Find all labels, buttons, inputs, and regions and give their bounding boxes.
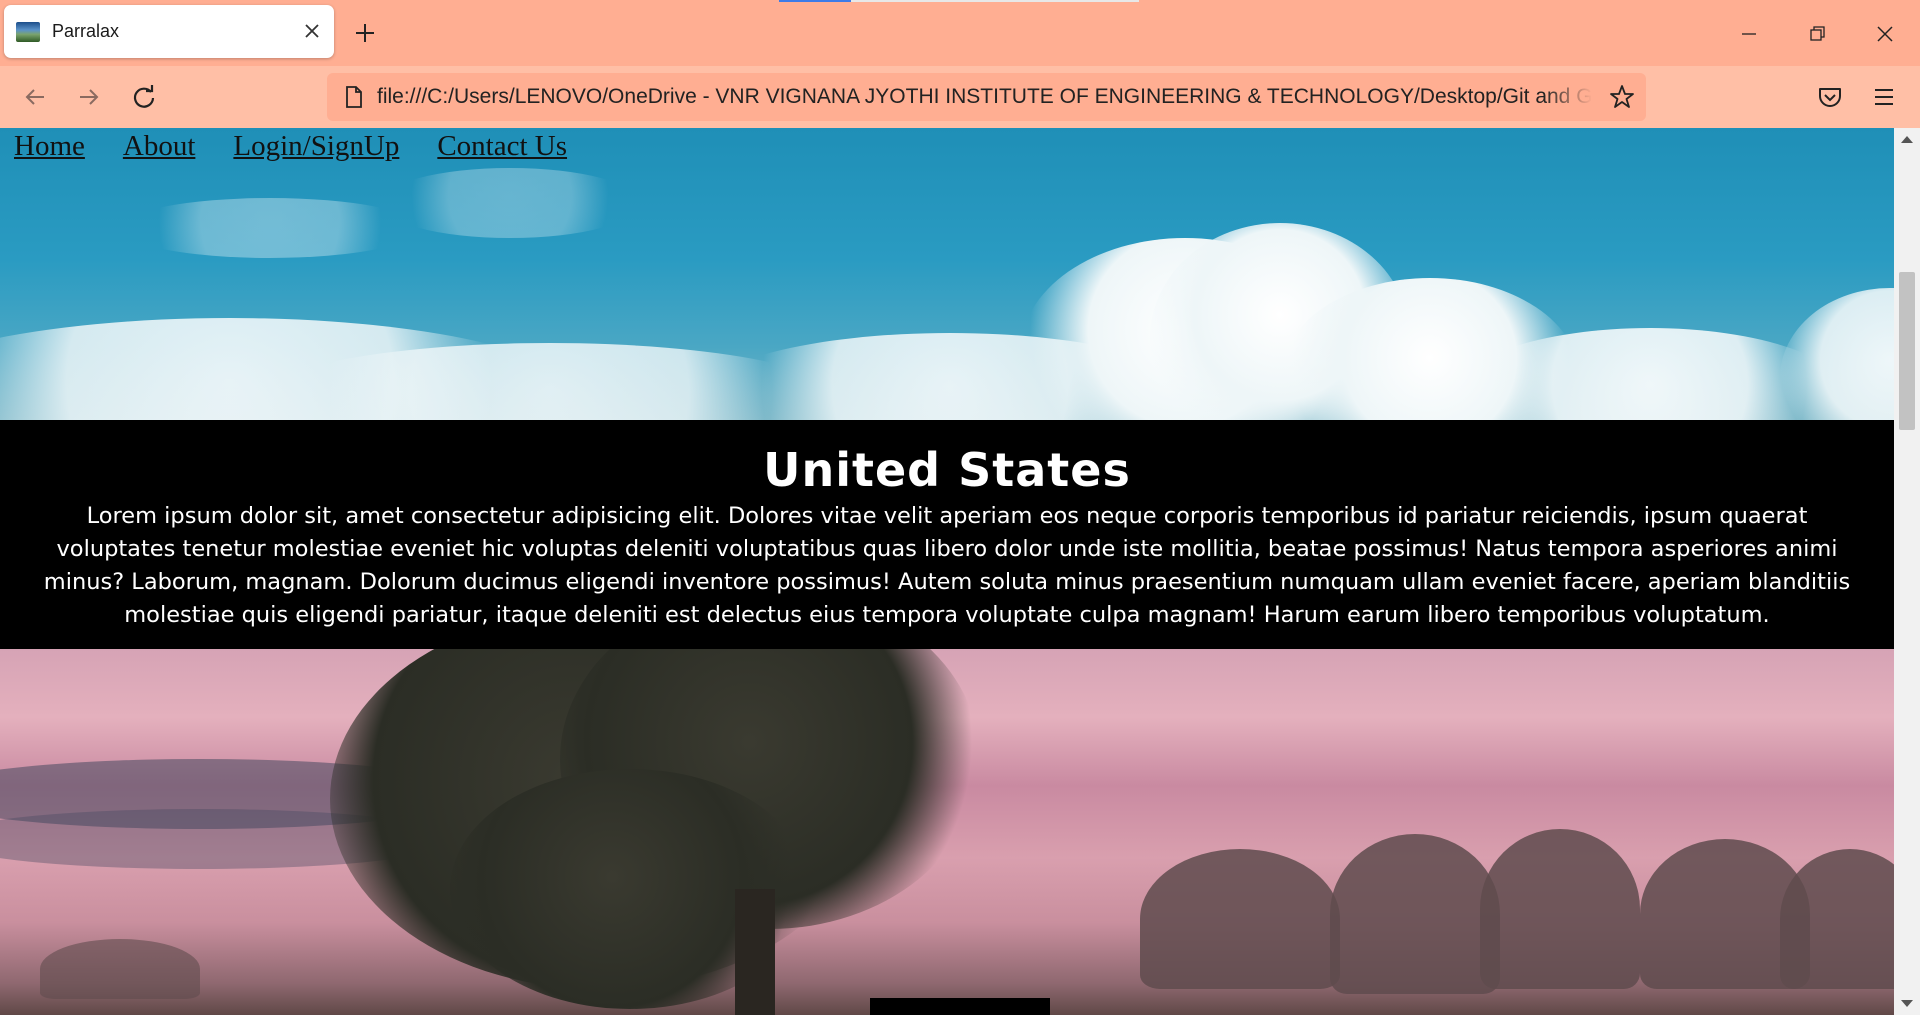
navigation-toolbar: file:///C:/Users/LENOVO/OneDrive - VNR V… bbox=[0, 66, 1920, 128]
pocket-icon[interactable] bbox=[1813, 80, 1847, 114]
close-tab-icon[interactable] bbox=[300, 19, 324, 43]
site-navigation: Home About Login/SignUp Contact Us bbox=[14, 128, 567, 168]
nav-link-login-signup[interactable]: Login/SignUp bbox=[233, 128, 399, 168]
restore-icon[interactable] bbox=[1797, 14, 1837, 54]
section-title: United States bbox=[763, 443, 1131, 497]
new-tab-plus-icon[interactable] bbox=[350, 18, 380, 48]
reload-icon[interactable] bbox=[127, 80, 161, 114]
forward-arrow-icon[interactable] bbox=[72, 80, 106, 114]
back-arrow-icon[interactable] bbox=[18, 80, 52, 114]
minimize-icon[interactable] bbox=[1729, 14, 1769, 54]
hamburger-menu-icon[interactable] bbox=[1867, 80, 1901, 114]
tab-bar: Parralax bbox=[0, 0, 1920, 66]
tree-sunrise-image bbox=[0, 649, 1894, 1015]
close-window-icon[interactable] bbox=[1865, 14, 1905, 54]
vertical-scrollbar[interactable] bbox=[1894, 128, 1920, 1015]
nav-link-about[interactable]: About bbox=[123, 128, 196, 168]
tab-title: Parralax bbox=[52, 21, 120, 41]
nav-link-home[interactable]: Home bbox=[14, 128, 85, 168]
url-text[interactable]: file:///C:/Users/LENOVO/OneDrive - VNR V… bbox=[377, 85, 1592, 109]
page-icon bbox=[346, 86, 362, 108]
scroll-up-arrow-icon[interactable] bbox=[1901, 136, 1913, 143]
page-load-indicator bbox=[779, 0, 1139, 2]
nav-link-contact-us[interactable]: Contact Us bbox=[437, 128, 567, 168]
active-tab[interactable]: Parralax bbox=[4, 5, 334, 58]
sky-clouds-image bbox=[0, 128, 1894, 420]
favicon-icon bbox=[16, 22, 40, 42]
section-body: Lorem ipsum dolor sit, amet consectetur … bbox=[43, 503, 1851, 628]
page-content: Home About Login/SignUp Contact Us Unite… bbox=[0, 128, 1894, 1015]
address-bar[interactable]: file:///C:/Users/LENOVO/OneDrive - VNR V… bbox=[327, 73, 1646, 121]
section-label-box bbox=[870, 998, 1050, 1015]
scrollbar-thumb[interactable] bbox=[1899, 272, 1915, 430]
content-section: United States Lorem ipsum dolor sit, ame… bbox=[0, 420, 1894, 649]
bookmark-star-icon[interactable] bbox=[1608, 83, 1636, 111]
scroll-down-arrow-icon[interactable] bbox=[1901, 1000, 1913, 1007]
